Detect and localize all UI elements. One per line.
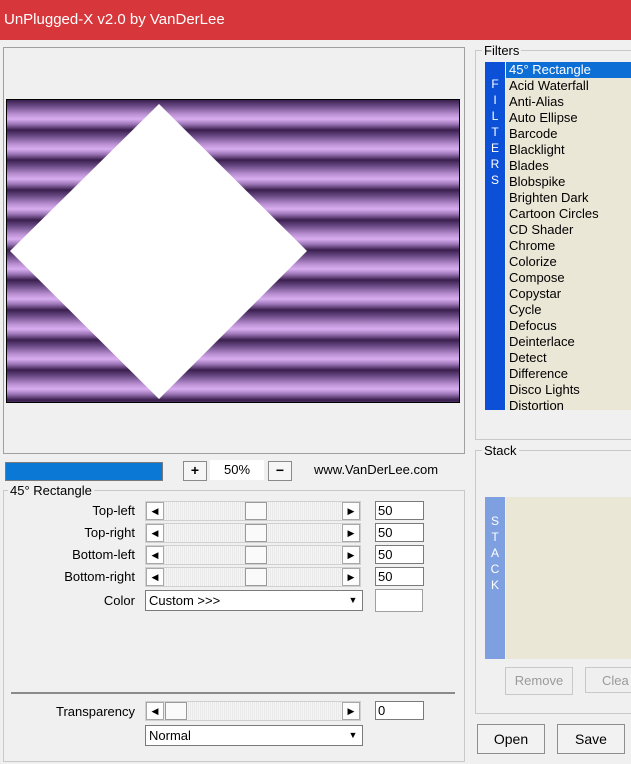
window-title: UnPlugged-X v2.0 by VanDerLee [4,11,225,28]
zoom-in-button[interactable]: + [183,461,207,481]
slider-thumb[interactable] [165,702,187,720]
list-item[interactable]: Chrome [506,238,631,254]
filters-list[interactable]: 45° Rectangle Acid Waterfall Anti-Alias … [506,62,631,410]
top-right-slider[interactable]: ◀ ▶ [145,523,361,543]
filters-sidebar-text: F I L T E R S [490,77,500,187]
list-item[interactable]: Defocus [506,318,631,334]
stack-group-title: Stack [482,443,519,458]
arrow-right-icon[interactable]: ▶ [342,702,360,720]
settings-group-title: 45° Rectangle [8,483,94,498]
chevron-down-icon[interactable]: ▼ [345,592,361,609]
list-item[interactable]: Blades [506,158,631,174]
list-item[interactable]: Cycle [506,302,631,318]
arrow-left-icon[interactable]: ◀ [146,546,164,564]
chevron-down-icon[interactable]: ▼ [345,727,361,744]
arrow-left-icon[interactable]: ◀ [146,702,164,720]
list-item[interactable]: Blacklight [506,142,631,158]
list-item[interactable]: Difference [506,366,631,382]
bottom-left-value[interactable]: 50 [375,545,424,564]
arrow-left-icon[interactable]: ◀ [146,502,164,520]
slider-thumb[interactable] [245,546,267,564]
list-item[interactable]: 45° Rectangle [506,62,631,78]
preview-image[interactable] [6,99,460,403]
bottom-right-slider[interactable]: ◀ ▶ [145,567,361,587]
arrow-right-icon[interactable]: ▶ [342,502,360,520]
bottom-left-slider[interactable]: ◀ ▶ [145,545,361,565]
list-item[interactable]: CD Shader [506,222,631,238]
title-bar: UnPlugged-X v2.0 by VanDerLee [0,0,631,40]
top-right-label: Top-right [84,525,135,540]
arrow-right-icon[interactable]: ▶ [342,524,360,542]
arrow-right-icon[interactable]: ▶ [342,546,360,564]
remove-button[interactable]: Remove [505,667,573,695]
list-item[interactable]: Deinterlace [506,334,631,350]
list-item[interactable]: Detect [506,350,631,366]
list-item[interactable]: Anti-Alias [506,94,631,110]
open-button[interactable]: Open [477,724,545,754]
zoom-out-button[interactable]: − [268,461,292,481]
top-left-label: Top-left [92,503,135,518]
top-left-slider[interactable]: ◀ ▶ [145,501,361,521]
blend-mode-dropdown[interactable]: Normal ▼ [145,725,363,746]
arrow-left-icon[interactable]: ◀ [146,568,164,586]
diamond-shape [10,104,307,399]
transparency-slider[interactable]: ◀ ▶ [145,701,361,721]
bottom-right-label: Bottom-right [64,569,135,584]
color-dropdown-value: Custom >>> [149,593,221,608]
zoom-level: 50% [210,460,264,480]
website-link[interactable]: www.VanDerLee.com [314,462,438,477]
clear-button[interactable]: Clea [585,667,631,693]
transparency-label: Transparency [56,704,135,719]
blend-mode-value: Normal [149,728,191,743]
divider [11,692,455,694]
list-item[interactable]: Compose [506,270,631,286]
bottom-left-label: Bottom-left [72,547,135,562]
bottom-right-value[interactable]: 50 [375,567,424,586]
stack-sidebar-text: S T A C K [490,514,500,592]
top-left-value[interactable]: 50 [375,501,424,520]
list-item[interactable]: Barcode [506,126,631,142]
slider-thumb[interactable] [245,524,267,542]
color-label: Color [103,593,135,608]
list-item[interactable]: Copystar [506,286,631,302]
slider-thumb[interactable] [245,568,267,586]
filters-sidebar: F I L T E R S [485,62,505,410]
stack-sidebar: S T A C K [485,497,505,659]
arrow-left-icon[interactable]: ◀ [146,524,164,542]
save-button[interactable]: Save [557,724,625,754]
list-item[interactable]: Acid Waterfall [506,78,631,94]
list-item[interactable]: Brighten Dark [506,190,631,206]
arrow-right-icon[interactable]: ▶ [342,568,360,586]
transparency-value[interactable]: 0 [375,701,424,720]
top-right-value[interactable]: 50 [375,523,424,542]
list-item[interactable]: Blobspike [506,174,631,190]
list-item[interactable]: Distortion [506,398,631,410]
list-item[interactable]: Disco Lights [506,382,631,398]
list-item[interactable]: Colorize [506,254,631,270]
list-item[interactable]: Auto Ellipse [506,110,631,126]
progress-bar [5,462,163,481]
color-dropdown[interactable]: Custom >>> ▼ [145,590,363,611]
filters-group-title: Filters [482,43,522,58]
list-item[interactable]: Cartoon Circles [506,206,631,222]
stack-list[interactable] [506,497,631,659]
slider-thumb[interactable] [245,502,267,520]
color-swatch[interactable] [375,589,423,612]
